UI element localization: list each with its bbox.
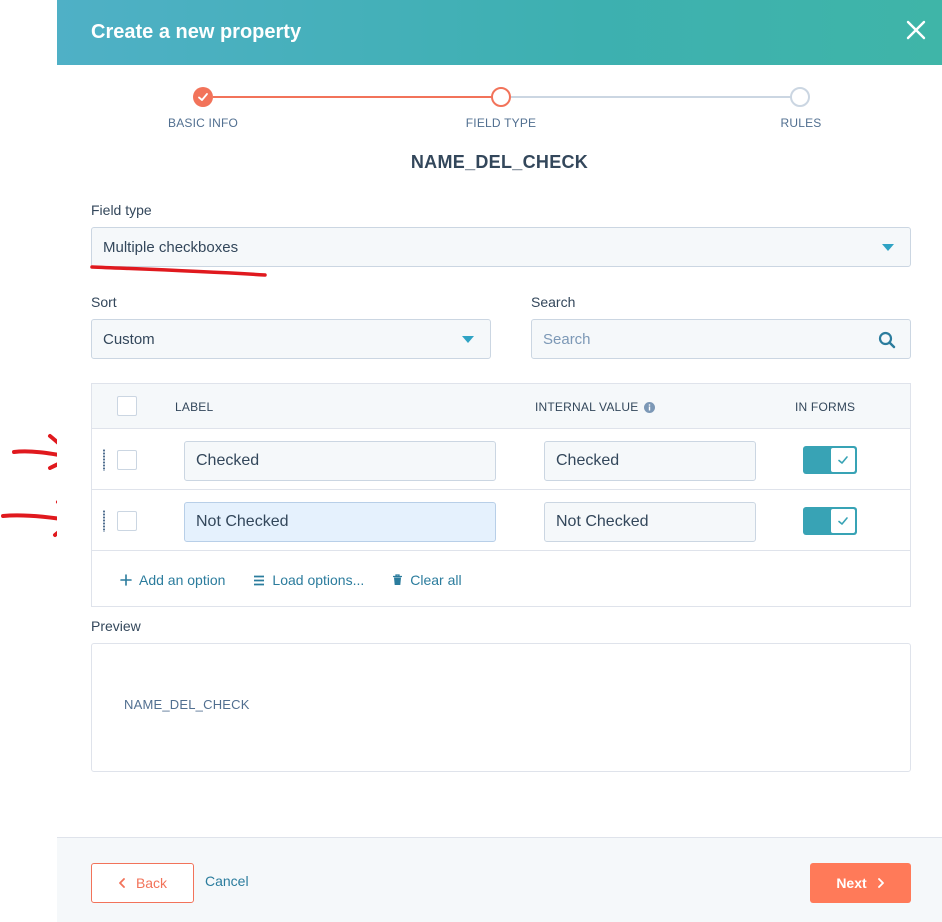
dialog-footer: Back Cancel Next xyxy=(57,837,942,922)
step-label-field-type: FIELD TYPE xyxy=(465,116,537,130)
back-button[interactable]: Back xyxy=(91,863,194,903)
caret-down-icon xyxy=(462,336,474,343)
sort-value: Custom xyxy=(103,330,155,348)
preview-panel: NAME_DEL_CHECK xyxy=(91,643,911,772)
close-icon[interactable] xyxy=(904,18,928,42)
field-type-label: Field type xyxy=(91,202,152,218)
field-type-select[interactable]: Multiple checkboxes xyxy=(91,227,911,267)
checkmark-icon xyxy=(838,517,848,525)
caret-down-icon xyxy=(882,244,894,251)
dialog-title: Create a new property xyxy=(91,21,302,43)
option-internal-value-input[interactable]: Checked xyxy=(544,441,756,481)
load-options-label: Load options... xyxy=(272,572,365,588)
next-button[interactable]: Next xyxy=(810,863,911,903)
create-property-dialog: Create a new property BASIC INFO FIELD T… xyxy=(57,0,942,922)
back-label: Back xyxy=(135,875,168,891)
search-icon[interactable] xyxy=(878,331,896,349)
column-header-internal-value-text: INTERNAL VALUE xyxy=(535,400,639,414)
next-label: Next xyxy=(836,875,867,891)
chevron-left-icon xyxy=(119,878,125,888)
load-options-button[interactable]: Load options... xyxy=(253,572,364,588)
option-row-checkbox[interactable] xyxy=(117,450,137,470)
field-type-value: Multiple checkboxes xyxy=(103,238,239,256)
sort-label: Sort xyxy=(91,294,117,310)
progress-stepper: BASIC INFO FIELD TYPE RULES xyxy=(57,86,942,136)
preview-property-name: NAME_DEL_CHECK xyxy=(124,697,250,712)
option-row-checkbox[interactable] xyxy=(117,511,137,531)
in-forms-toggle[interactable] xyxy=(803,446,857,474)
option-row: Checked Checked xyxy=(92,429,910,490)
sort-select[interactable]: Custom xyxy=(91,319,491,359)
chevron-right-icon xyxy=(877,878,884,888)
in-forms-toggle[interactable] xyxy=(803,507,857,535)
property-name-heading: NAME_DEL_CHECK xyxy=(410,152,589,172)
toggle-knob xyxy=(830,447,856,473)
add-option-button[interactable]: Add an option xyxy=(120,572,225,588)
search-field xyxy=(531,319,911,359)
info-icon[interactable] xyxy=(643,401,655,413)
options-table-header: LABEL INTERNAL VALUE IN FORMS xyxy=(92,384,910,429)
step-dot-rules xyxy=(790,87,810,107)
options-actions: Add an option Load options... Clear all xyxy=(120,570,490,590)
clear-all-label: Clear all xyxy=(410,572,462,588)
option-label-input[interactable]: Checked xyxy=(184,441,496,481)
column-header-in-forms: IN FORMS xyxy=(795,400,856,414)
toggle-knob xyxy=(830,508,856,534)
search-label: Search xyxy=(531,294,576,310)
select-all-checkbox[interactable] xyxy=(117,396,137,416)
step-line-upcoming xyxy=(511,96,799,98)
clear-all-button[interactable]: Clear all xyxy=(392,572,462,588)
drag-handle-icon[interactable] xyxy=(102,510,106,532)
checkmark-icon xyxy=(838,456,848,464)
list-icon xyxy=(253,575,265,586)
step-dot-field-type xyxy=(491,87,511,107)
cancel-button[interactable]: Cancel xyxy=(205,873,249,889)
options-table: LABEL INTERNAL VALUE IN FORMS Checked Ch… xyxy=(91,383,911,607)
option-row: Not Checked Not Checked xyxy=(92,490,910,551)
step-line-complete xyxy=(213,96,503,98)
annotation-underline xyxy=(90,265,267,277)
option-internal-value-input[interactable]: Not Checked xyxy=(544,502,756,542)
drag-handle-icon[interactable] xyxy=(102,449,106,471)
step-label-rules: RULES xyxy=(780,116,822,130)
column-header-label: LABEL xyxy=(175,400,214,414)
checkmark-icon xyxy=(198,93,208,101)
page: Create a new property BASIC INFO FIELD T… xyxy=(0,0,942,922)
dialog-header: Create a new property xyxy=(57,0,942,65)
add-option-label: Add an option xyxy=(139,572,226,588)
preview-label: Preview xyxy=(91,618,141,634)
search-input[interactable] xyxy=(532,320,910,358)
step-label-basic-info: BASIC INFO xyxy=(167,116,239,130)
column-header-internal-value: INTERNAL VALUE xyxy=(535,400,655,414)
option-label-input[interactable]: Not Checked xyxy=(184,502,496,542)
step-dot-basic-info xyxy=(193,87,213,107)
plus-icon xyxy=(120,574,132,586)
trash-icon xyxy=(392,574,403,586)
